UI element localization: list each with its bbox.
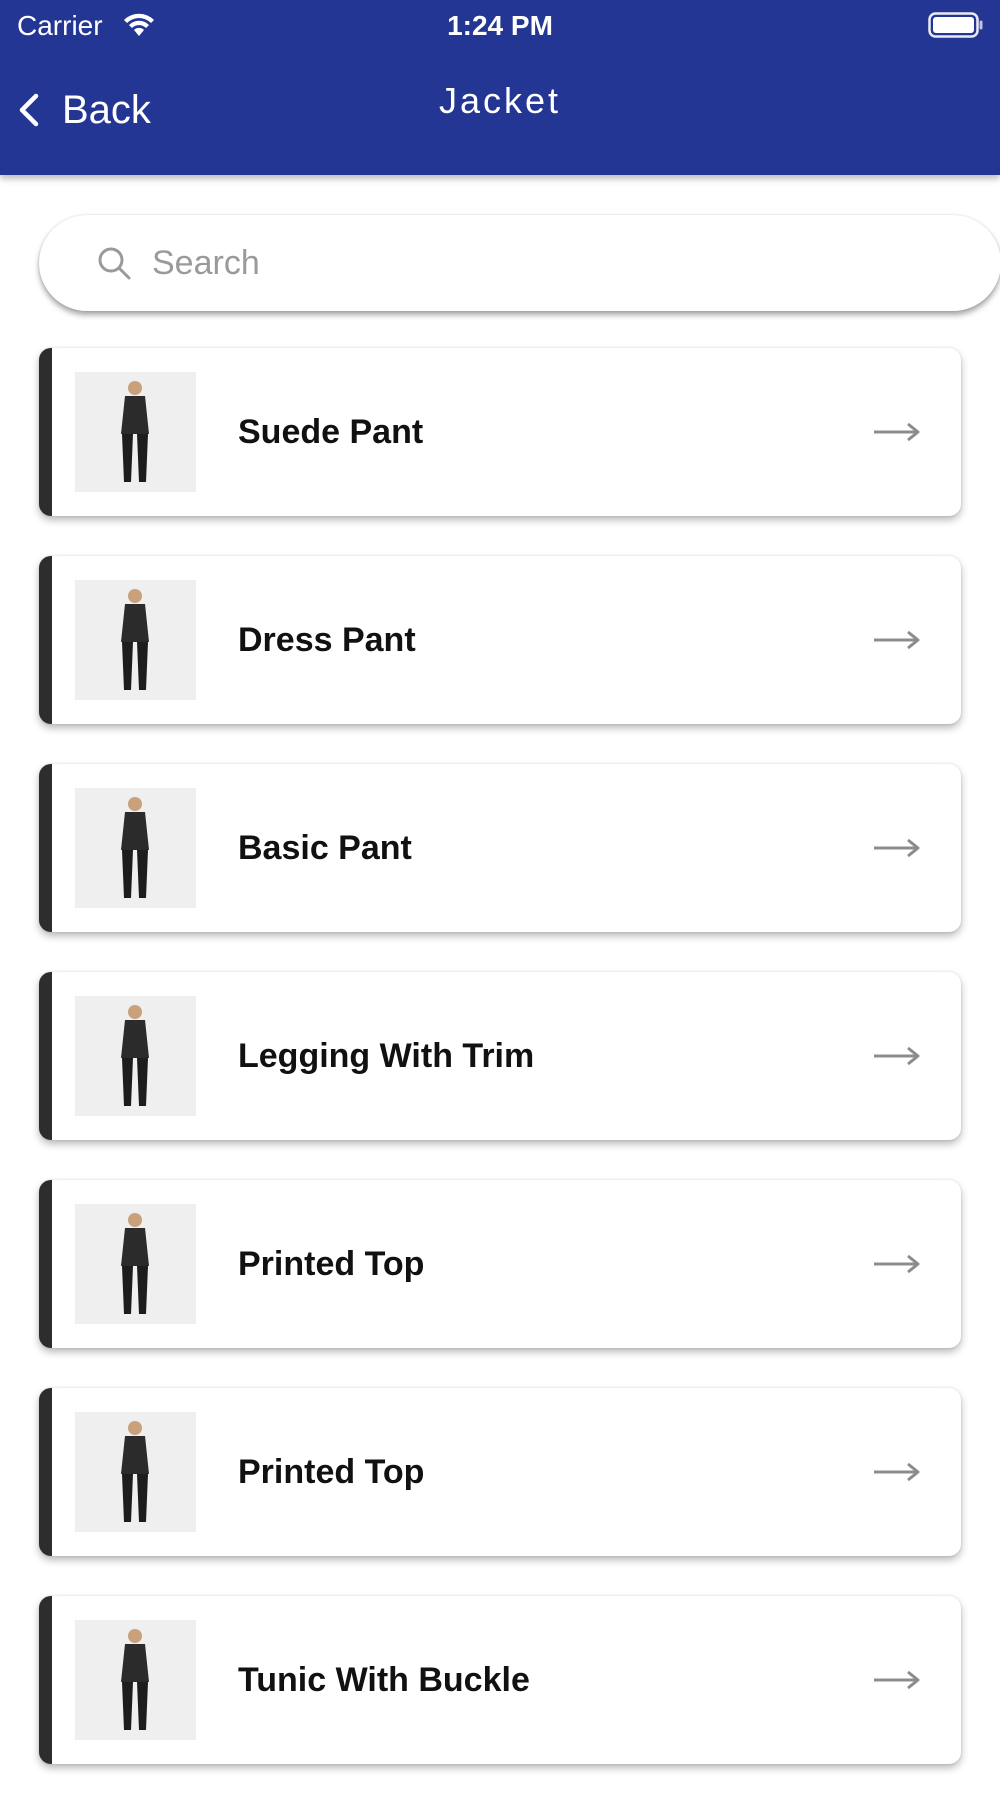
product-list-item[interactable]: Legging With Trim — [39, 972, 961, 1140]
product-list-item[interactable]: Printed Top — [39, 1388, 961, 1556]
product-list: Suede Pant Dress Pant Basic Pant Legging… — [39, 348, 961, 1804]
battery-icon — [928, 12, 983, 38]
status-bar: Carrier 1:24 PM — [0, 0, 1000, 52]
product-image — [75, 1204, 196, 1324]
arrow-right-icon — [874, 1670, 920, 1690]
arrow-right-icon — [874, 1254, 920, 1274]
search-bar[interactable] — [39, 215, 1000, 311]
product-list-item[interactable]: Suede Pant — [39, 348, 961, 516]
product-image — [75, 1412, 196, 1532]
search-icon — [98, 247, 131, 280]
search-input[interactable] — [152, 243, 932, 283]
product-list-item[interactable]: Dress Pant — [39, 556, 961, 724]
product-thumbnail — [75, 580, 196, 700]
product-image — [75, 788, 196, 908]
page-title: Jacket — [438, 80, 562, 121]
status-time: 1:24 PM — [447, 10, 553, 41]
arrow-right-icon — [874, 1462, 920, 1482]
product-name: Legging With Trim — [238, 1037, 535, 1075]
product-image — [75, 372, 196, 492]
arrow-right-icon — [874, 630, 920, 650]
product-name: Printed Top — [238, 1453, 425, 1491]
product-thumbnail — [75, 1620, 196, 1740]
product-name: Printed Top — [238, 1245, 425, 1283]
product-thumbnail — [75, 372, 196, 492]
arrow-right-icon — [874, 422, 920, 442]
product-image — [75, 1620, 196, 1740]
product-list-item[interactable]: Basic Pant — [39, 764, 961, 932]
product-name: Basic Pant — [238, 829, 412, 867]
nav-header: Carrier 1:24 PM Back Jacket — [0, 0, 1000, 175]
product-thumbnail — [75, 996, 196, 1116]
arrow-right-icon — [874, 838, 920, 858]
product-image — [75, 580, 196, 700]
product-thumbnail — [75, 1412, 196, 1532]
product-name: Tunic With Buckle — [238, 1661, 530, 1699]
arrow-right-icon — [874, 1046, 920, 1066]
product-name: Suede Pant — [238, 413, 424, 451]
product-thumbnail — [75, 1204, 196, 1324]
product-name: Dress Pant — [238, 621, 416, 659]
product-image — [75, 996, 196, 1116]
product-list-item[interactable]: Printed Top — [39, 1180, 961, 1348]
product-list-item[interactable]: Tunic With Buckle — [39, 1596, 961, 1764]
product-thumbnail — [75, 788, 196, 908]
